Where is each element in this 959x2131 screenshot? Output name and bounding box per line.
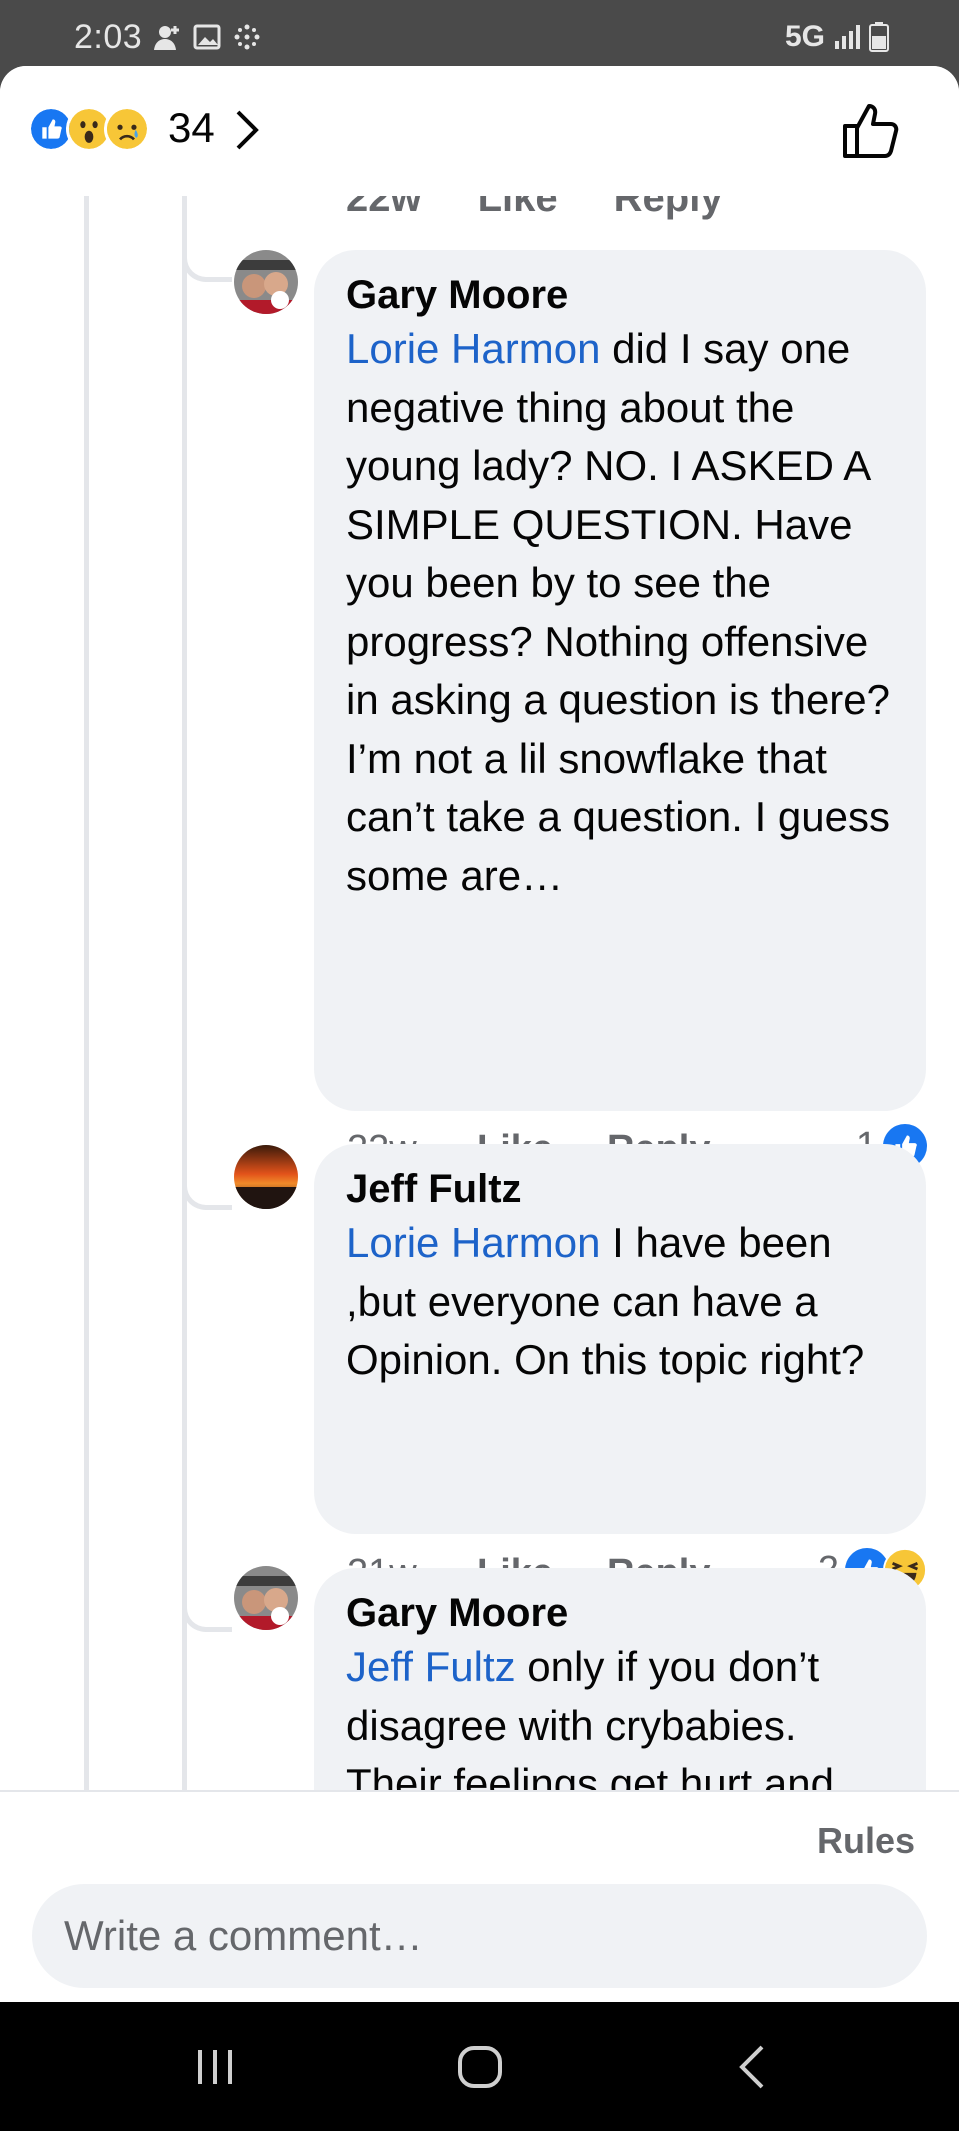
thread-connector <box>182 1174 232 1210</box>
home-icon[interactable] <box>455 2042 505 2092</box>
thread-connector <box>182 1596 232 1632</box>
comment-composer-footer: Rules Write a comment… <box>0 1790 959 2002</box>
dots-grid-icon <box>234 24 260 50</box>
chevron-right-icon[interactable] <box>232 108 262 152</box>
reaction-count[interactable]: 34 <box>168 104 215 152</box>
avatar-image <box>234 250 298 314</box>
comment-author[interactable]: Gary Moore <box>346 270 894 320</box>
recent-apps-icon[interactable] <box>190 2042 240 2092</box>
avatar-image <box>234 1566 298 1630</box>
status-icons <box>152 22 262 52</box>
status-right: 5G <box>785 20 889 54</box>
sad-reaction-icon <box>104 106 150 152</box>
comment-bubble[interactable]: Jeff Fultz Lorie Harmon I have been ,but… <box>314 1144 926 1534</box>
image-icon <box>193 24 221 50</box>
add-user-icon <box>154 26 179 50</box>
network-label: 5G <box>784 20 825 53</box>
comment-bubble[interactable]: Gary Moore Lorie Harmon did I say one ne… <box>314 250 926 1111</box>
mention-link[interactable]: Lorie Harmon <box>346 1219 600 1266</box>
comments-sheet: 34 22w Like Reply Gary Moore Lorie Harmo… <box>0 66 959 2002</box>
comment-text: Lorie Harmon did I say one negative thin… <box>346 320 894 905</box>
reactions-header[interactable]: 34 <box>0 66 959 196</box>
comment-text: Jeff Fultz only if you don’t disagree wi… <box>346 1638 894 1814</box>
comment-text: Lorie Harmon I have been ,but everyone c… <box>346 1214 894 1390</box>
reaction-emojis[interactable] <box>28 106 150 152</box>
comment-author[interactable]: Gary Moore <box>346 1588 894 1638</box>
battery-icon <box>869 22 889 52</box>
comment-input-placeholder: Write a comment… <box>64 1912 423 1959</box>
thread-line-outer <box>84 196 89 1856</box>
avatar[interactable] <box>234 1566 298 1630</box>
like-outline-icon[interactable] <box>841 100 903 160</box>
avatar[interactable] <box>234 1145 298 1209</box>
avatar[interactable] <box>234 250 298 314</box>
status-time: 2:03 <box>74 18 143 56</box>
comment-input[interactable]: Write a comment… <box>32 1884 927 1988</box>
back-icon[interactable] <box>728 2042 778 2092</box>
comment-author[interactable]: Jeff Fultz <box>346 1164 894 1214</box>
avatar-image <box>234 1145 298 1209</box>
signal-icon <box>835 25 860 49</box>
comment-body: did I say one negative thing about the y… <box>346 325 891 899</box>
rules-link[interactable]: Rules <box>817 1820 915 1862</box>
system-nav-bar <box>0 2002 959 2131</box>
mention-link[interactable]: Lorie Harmon <box>346 325 600 372</box>
thread-connector <box>182 246 232 282</box>
status-bar: 2:03 5G <box>0 0 959 70</box>
mention-link[interactable]: Jeff Fultz <box>346 1643 516 1690</box>
